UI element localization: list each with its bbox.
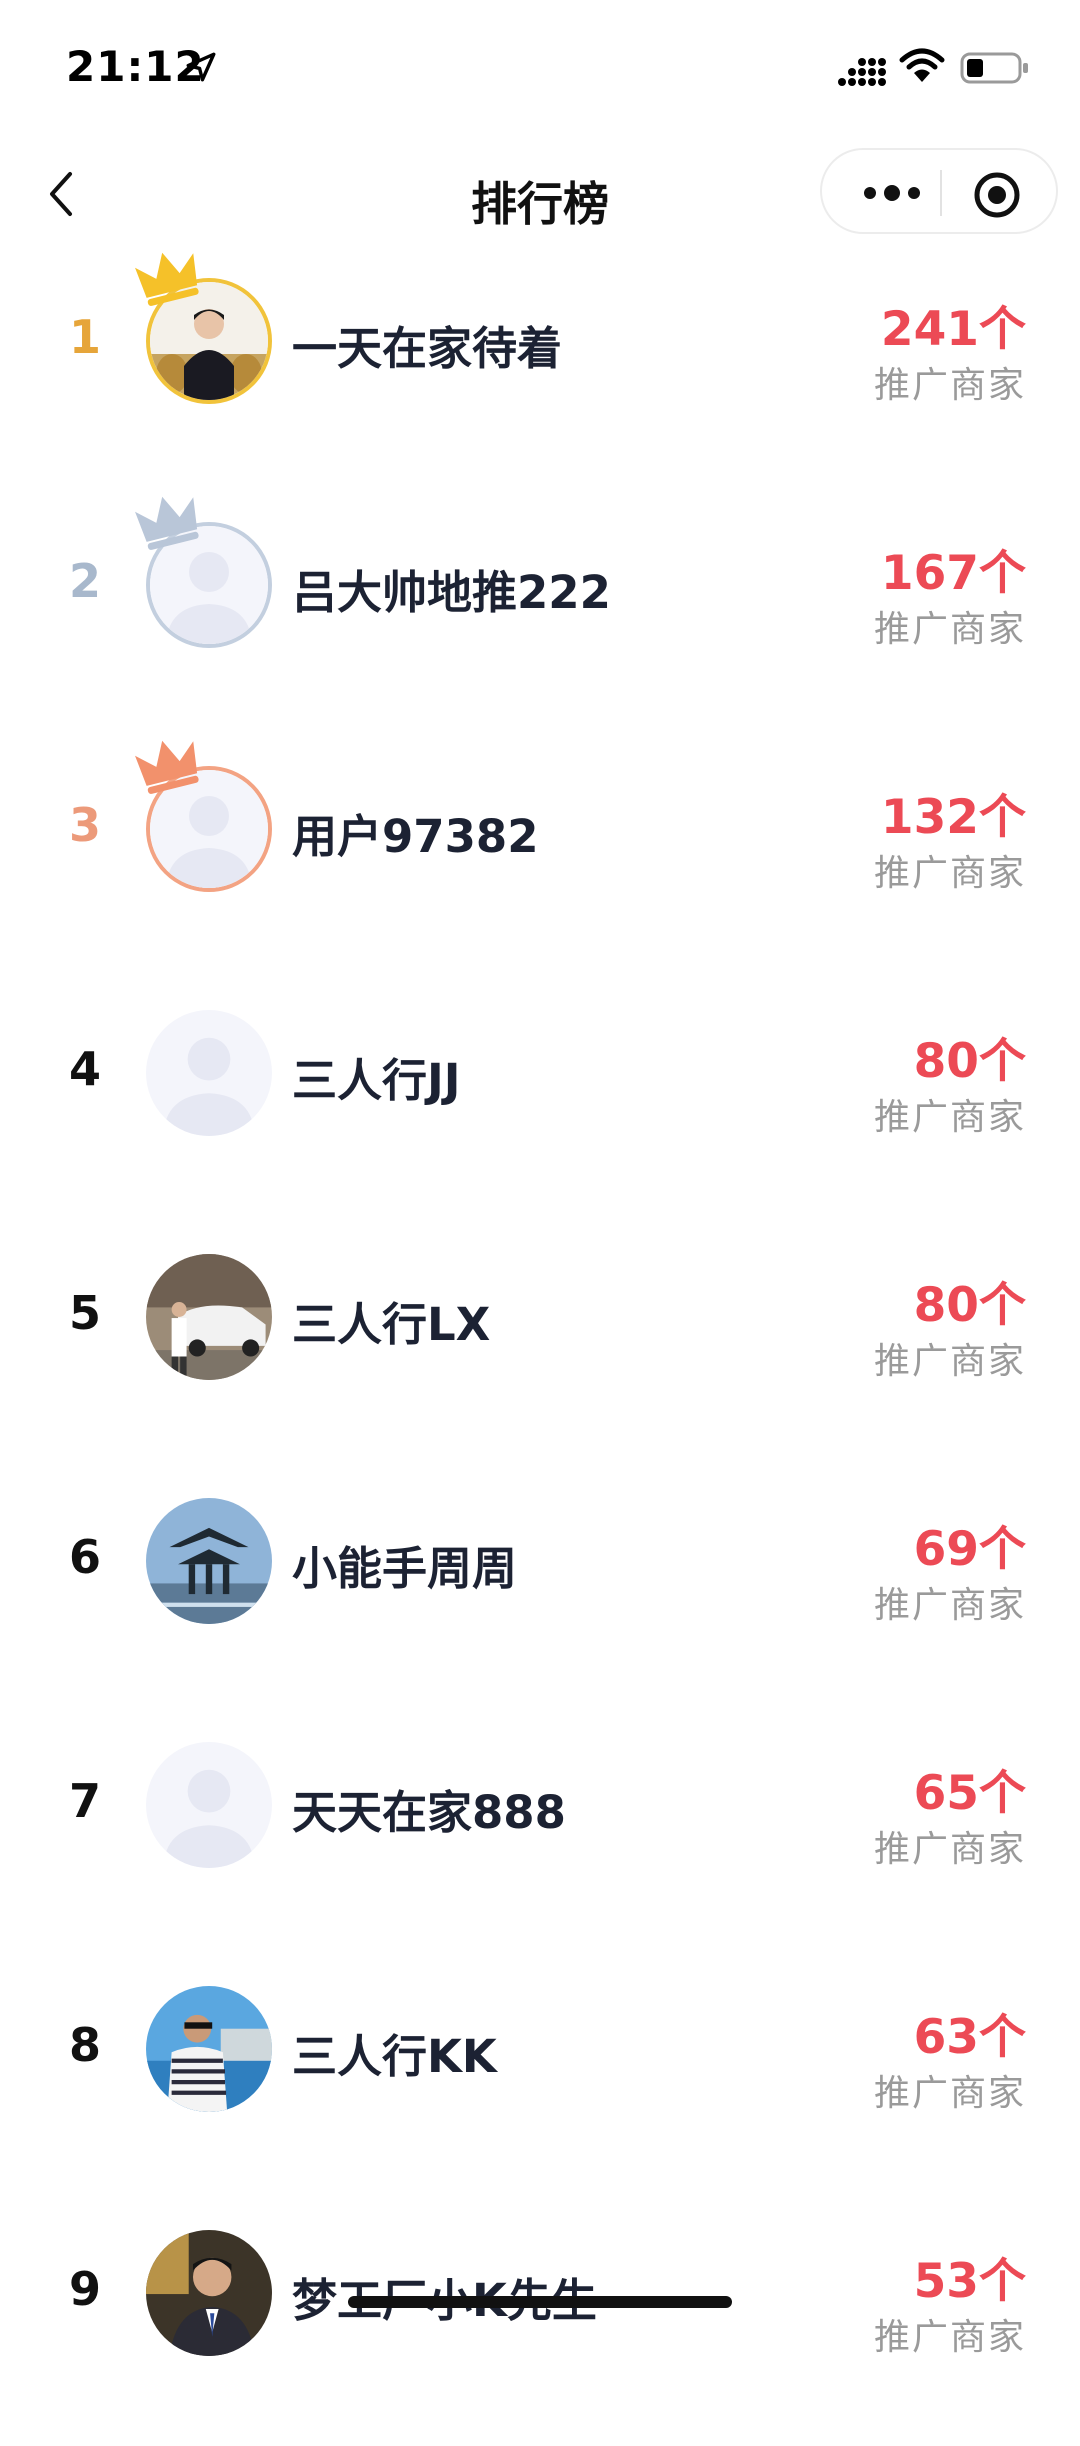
merchant-count: 167个	[880, 546, 1026, 601]
ranking-row[interactable]: 3 用户97382 132个 推广商家	[0, 738, 1080, 982]
merchant-count: 69个	[913, 1522, 1026, 1577]
rank-number: 2	[68, 554, 101, 608]
ranking-row[interactable]: 1 一天在家待着 241个 推广商家	[0, 250, 1080, 494]
avatar	[146, 1986, 272, 2112]
rank-number: 8	[68, 2018, 101, 2072]
username: 三人行KK	[292, 2030, 497, 2083]
avatar	[146, 1254, 272, 1380]
ranking-row[interactable]: 5 三人行LX 80个 推广商家	[0, 1226, 1080, 1470]
merchant-label: 推广商家	[873, 1585, 1026, 1626]
merchant-label: 推广商家	[873, 2317, 1026, 2358]
avatar	[135, 740, 272, 892]
ranking-row[interactable]: 9 梦工厂小K先生 53个 推广商家	[0, 2202, 1080, 2446]
photo-pavilion-icon	[146, 1498, 272, 1624]
merchant-count: 80个	[913, 1278, 1026, 1333]
default-avatar-icon	[146, 1010, 272, 1136]
username: 天天在家888	[292, 1786, 566, 1839]
rank-number: 3	[68, 798, 101, 852]
ranking-row[interactable]: 7 天天在家888 65个 推广商家	[0, 1714, 1080, 1958]
merchant-label: 推广商家	[873, 609, 1026, 650]
avatar	[146, 1498, 272, 1624]
merchant-count: 80个	[913, 1034, 1026, 1089]
merchant-label: 推广商家	[873, 853, 1026, 894]
photo-person-portrait-icon	[146, 2230, 272, 2356]
merchant-count: 63个	[913, 2010, 1026, 2065]
ranking-row[interactable]: 6 小能手周周 69个 推广商家	[0, 1470, 1080, 1714]
merchant-label: 推广商家	[873, 1829, 1026, 1870]
rank-number: 7	[68, 1774, 101, 1828]
merchant-count: 53个	[913, 2254, 1026, 2309]
username: 三人行LX	[292, 1298, 491, 1351]
rank-number: 6	[68, 1530, 101, 1584]
photo-person-beach-icon	[146, 1986, 272, 2112]
battery-icon	[960, 52, 1028, 84]
avatar	[135, 252, 272, 404]
cellular-signal-icon	[838, 58, 886, 86]
avatar	[146, 1742, 272, 1868]
more-dots-icon[interactable]	[852, 173, 932, 213]
rank-number: 4	[68, 1042, 101, 1096]
username: 三人行JJ	[292, 1054, 461, 1107]
ranking-row[interactable]: 8 三人行KK 63个 推广商家	[0, 1958, 1080, 2202]
username: 小能手周周	[292, 1542, 518, 1595]
avatar	[146, 2230, 272, 2356]
photo-person-car-icon	[146, 1254, 272, 1380]
mini-program-capsule	[820, 148, 1058, 234]
ranking-row[interactable]: 2 吕大帅地推222 167个 推广商家	[0, 494, 1080, 738]
home-indicator[interactable]	[348, 2296, 732, 2308]
username: 一天在家待着	[292, 322, 563, 375]
target-circle-icon[interactable]	[972, 170, 1022, 220]
rank-number: 5	[68, 1286, 101, 1340]
merchant-label: 推广商家	[873, 2073, 1026, 2114]
avatar	[146, 1010, 272, 1136]
rank-number: 9	[68, 2262, 101, 2316]
merchant-count: 241个	[880, 302, 1026, 357]
wifi-icon	[899, 48, 945, 82]
merchant-count: 132个	[880, 790, 1026, 845]
default-avatar-icon	[146, 1742, 272, 1868]
rank-number: 1	[68, 310, 101, 364]
nav-bar: 排行榜	[0, 140, 1080, 250]
capsule-divider	[940, 170, 942, 216]
merchant-label: 推广商家	[873, 1097, 1026, 1138]
username: 吕大帅地推222	[292, 566, 611, 619]
merchant-label: 推广商家	[873, 365, 1026, 406]
location-arrow-icon	[186, 52, 216, 82]
status-bar: 21:12	[0, 0, 1080, 140]
username: 用户97382	[292, 810, 539, 863]
merchant-count: 65个	[913, 1766, 1026, 1821]
merchant-label: 推广商家	[873, 1341, 1026, 1382]
avatar	[135, 496, 272, 648]
ranking-row[interactable]: 4 三人行JJ 80个 推广商家	[0, 982, 1080, 1226]
